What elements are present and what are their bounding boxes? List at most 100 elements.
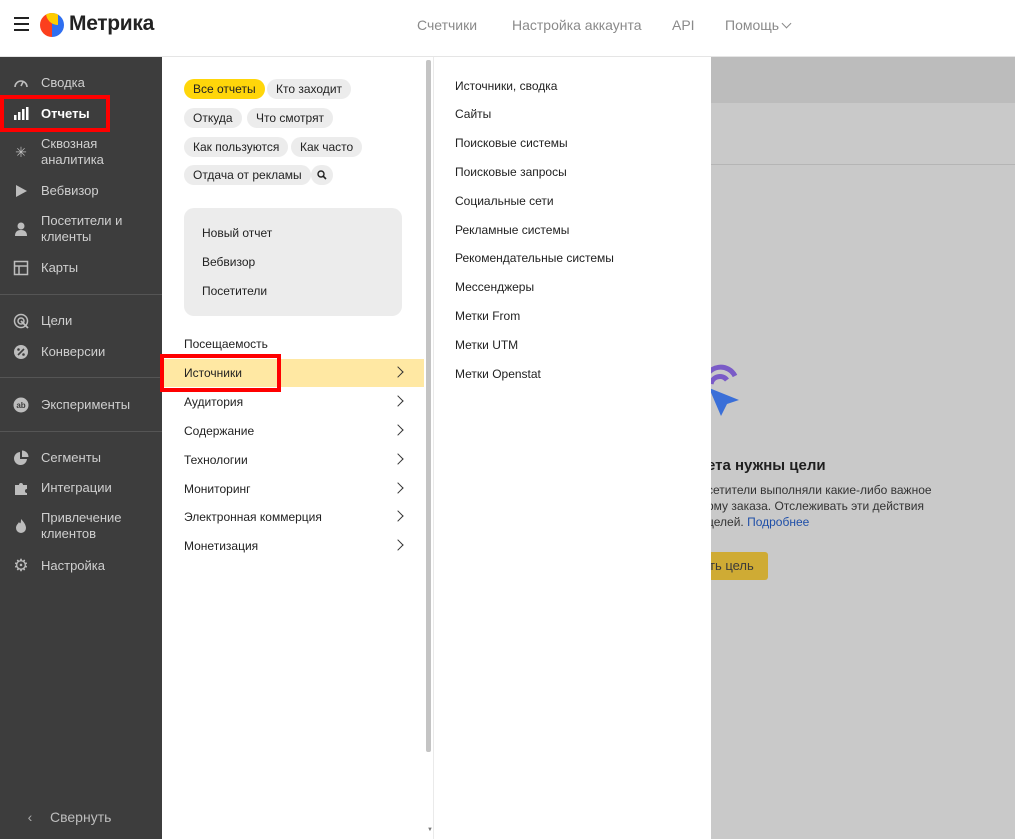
report-item-monitoring[interactable]: Мониторинг	[162, 475, 424, 503]
submenu-item-search-queries[interactable]: Поисковые запросы	[455, 165, 567, 179]
filter-chip-from-where[interactable]: Откуда	[184, 108, 242, 128]
ab-icon: ab	[13, 397, 29, 413]
map-icon	[13, 260, 29, 276]
person-icon	[13, 221, 29, 237]
top-header: Метрика Счетчики Настройка аккаунта API …	[0, 0, 1015, 57]
sidebar-item-end-to-end-analytics[interactable]: ✳ Сквозная аналитика	[0, 136, 162, 170]
more-link[interactable]: Подробнее	[747, 515, 809, 529]
report-item-label: Содержание	[184, 424, 255, 438]
submenu-item-utm-tags[interactable]: Метки UTM	[455, 338, 518, 352]
report-item-ecommerce[interactable]: Электронная коммерция	[162, 503, 424, 531]
goal-description-text: целей.	[711, 515, 744, 529]
filter-chip-what-they-view[interactable]: Что смотрят	[247, 108, 334, 128]
search-chip[interactable]	[311, 165, 333, 185]
nav-account-settings[interactable]: Настройка аккаунта	[512, 17, 642, 33]
sidebar-item-label: Настройка	[41, 558, 105, 573]
sidebar-collapse-button[interactable]: ‹ Свернуть	[0, 808, 162, 826]
report-item-label: Мониторинг	[184, 482, 251, 496]
submenu-item-search-engines[interactable]: Поисковые системы	[455, 136, 568, 150]
flame-icon	[13, 518, 29, 534]
sidebar-item-conversions[interactable]: Конверсии	[0, 343, 162, 361]
goal-cursor-icon	[711, 362, 751, 422]
sidebar-item-webvisor[interactable]: Вебвизор	[0, 182, 162, 200]
submenu-item-sources-summary[interactable]: Источники, сводка	[455, 79, 557, 93]
goal-description-line: рму заказа. Отслеживать эти действия	[711, 499, 925, 513]
report-item-label: Монетизация	[184, 539, 259, 553]
sidebar-collapse-label: Свернуть	[50, 809, 112, 825]
puzzle-icon	[13, 480, 29, 496]
search-icon	[317, 169, 327, 183]
chevron-right-icon	[392, 366, 404, 378]
report-item-label: Технологии	[184, 453, 248, 467]
submenu-item-openstat-tags[interactable]: Метки Openstat	[455, 367, 541, 381]
sidebar-item-label: Сквозная аналитика	[41, 136, 104, 167]
sidebar-item-label: Сегменты	[41, 450, 102, 465]
reports-menu-panel: Все отчеты Кто заходит Откуда Что смотря…	[160, 57, 433, 839]
gauge-icon	[13, 75, 29, 91]
sidebar-item-segments[interactable]: Сегменты	[0, 449, 162, 467]
gear-icon: ⚙	[13, 556, 29, 575]
quick-link-webvisor[interactable]: Вебвизор	[202, 255, 255, 269]
sidebar-item-maps[interactable]: Карты	[0, 259, 162, 277]
play-icon	[13, 183, 29, 199]
scrollbar[interactable]	[426, 60, 431, 752]
sidebar-item-goals[interactable]: Цели	[0, 312, 162, 330]
pie-icon	[13, 450, 29, 466]
sidebar-item-label: Привлечение клиентов	[41, 510, 122, 541]
report-item-audience[interactable]: Аудитория	[162, 388, 424, 416]
sidebar-item-customer-acquisition[interactable]: Привлечение клиентов	[0, 510, 162, 544]
filter-chip-who-visits[interactable]: Кто заходит	[267, 79, 352, 99]
goal-description-line: сетители выполняли какие-либо важное	[711, 483, 932, 497]
sidebar-item-integrations[interactable]: Интеграции	[0, 479, 162, 497]
goal-description: сетители выполняли какие-либо важное рму…	[711, 482, 932, 530]
filter-chip-how-often[interactable]: Как часто	[291, 137, 363, 157]
submenu-item-messengers[interactable]: Мессенджеры	[455, 280, 534, 294]
sidebar-item-settings[interactable]: ⚙ Настройка	[0, 557, 162, 575]
report-item-content[interactable]: Содержание	[162, 417, 424, 445]
main-toolbar	[711, 57, 1015, 103]
report-item-technologies[interactable]: Технологии	[162, 446, 424, 474]
sidebar-item-experiments[interactable]: ab Эксперименты	[0, 396, 162, 414]
filter-chip-how-they-use[interactable]: Как пользуются	[184, 137, 289, 157]
nav-help-label: Помощь	[725, 17, 780, 33]
asterisk-icon: ✳	[15, 144, 27, 160]
percent-icon	[13, 344, 29, 360]
sidebar-item-label: Эксперименты	[41, 397, 131, 412]
sidebar-item-label: Цели	[41, 313, 73, 328]
nav-counters[interactable]: Счетчики	[417, 17, 477, 33]
submenu-item-social-networks[interactable]: Социальные сети	[455, 194, 554, 208]
submenu-item-recommendation-systems[interactable]: Рекомендательные системы	[455, 251, 614, 265]
chevron-right-icon	[392, 482, 404, 494]
sidebar-item-visitors-and-clients[interactable]: Посетители и клиенты	[0, 213, 162, 247]
quick-links-box: Новый отчет Вебвизор Посетители	[184, 208, 402, 316]
brand-name[interactable]: Метрика	[69, 12, 154, 36]
chevron-right-icon	[392, 510, 404, 522]
hamburger-menu-icon[interactable]	[14, 17, 29, 31]
submenu-item-ad-systems[interactable]: Рекламные системы	[455, 223, 569, 237]
report-item-label: Электронная коммерция	[184, 510, 322, 524]
goal-title: ета нужны цели	[711, 457, 826, 474]
chevron-right-icon	[392, 424, 404, 436]
submenu-item-from-tags[interactable]: Метки From	[455, 309, 520, 323]
nav-help[interactable]: Помощь	[725, 17, 792, 33]
metrika-logo-icon	[40, 13, 64, 37]
sidebar: Сводка Отчеты ✳ Сквозная аналитика Вебви…	[0, 57, 162, 839]
quick-link-new-report[interactable]: Новый отчет	[202, 226, 272, 240]
goal-description-line: целей. Подробнее	[711, 514, 932, 530]
chevron-down-icon	[781, 18, 792, 29]
quick-link-visitors[interactable]: Посетители	[202, 284, 267, 298]
report-item-monetization[interactable]: Монетизация	[162, 532, 424, 560]
create-goal-button[interactable]: ть цель	[711, 552, 768, 580]
filter-chip-ad-return[interactable]: Отдача от рекламы	[184, 165, 311, 185]
highlight-box-reports	[0, 95, 110, 132]
sources-submenu-panel: Источники, сводка Сайты Поисковые систем…	[433, 57, 711, 839]
sidebar-item-label: Сводка	[41, 75, 85, 90]
filter-chip-all-reports[interactable]: Все отчеты	[184, 79, 265, 99]
chevron-right-icon	[392, 539, 404, 551]
sidebar-item-summary[interactable]: Сводка	[0, 74, 162, 92]
main-content-overlay: ета нужны цели сетители выполняли какие-…	[711, 57, 1015, 839]
submenu-item-sites[interactable]: Сайты	[455, 107, 491, 121]
chevron-right-icon	[392, 453, 404, 465]
target-icon	[13, 313, 29, 329]
nav-api[interactable]: API	[672, 17, 695, 33]
